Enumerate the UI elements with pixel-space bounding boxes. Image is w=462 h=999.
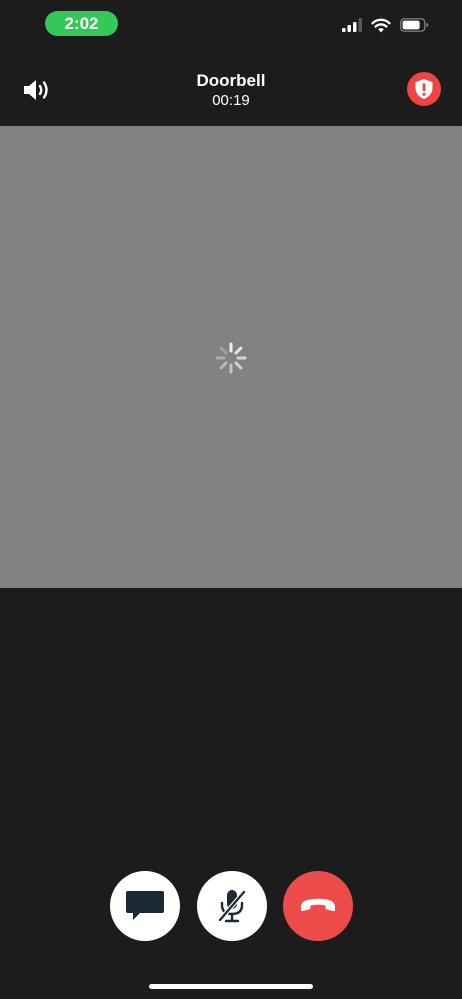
speaker-button[interactable] xyxy=(18,73,56,107)
home-indicator[interactable] xyxy=(149,984,313,989)
loading-spinner-icon xyxy=(215,342,247,374)
message-button[interactable] xyxy=(110,871,180,941)
status-icons xyxy=(342,16,429,34)
microphone-off-icon xyxy=(217,889,247,923)
end-call-button[interactable] xyxy=(283,871,353,941)
call-screen: 2:02 Doorbell 00:19 xyxy=(0,0,462,999)
hang-up-icon xyxy=(301,898,335,912)
call-controls xyxy=(0,871,462,941)
shield-alert-icon xyxy=(415,79,433,99)
cellular-signal-icon xyxy=(342,18,362,32)
speaker-icon xyxy=(24,80,48,100)
chat-bubble-icon xyxy=(126,891,164,920)
security-alert-button[interactable] xyxy=(407,72,441,106)
status-time[interactable]: 2:02 xyxy=(45,11,118,36)
call-title: Doorbell xyxy=(196,71,266,90)
mute-button[interactable] xyxy=(197,871,267,941)
battery-icon xyxy=(400,18,429,32)
status-bar: 2:02 xyxy=(0,0,462,48)
call-duration: 00:19 xyxy=(212,92,250,109)
call-title-block: Doorbell 00:19 xyxy=(131,70,331,111)
wifi-icon xyxy=(371,18,391,32)
call-header: Doorbell 00:19 xyxy=(0,60,462,120)
